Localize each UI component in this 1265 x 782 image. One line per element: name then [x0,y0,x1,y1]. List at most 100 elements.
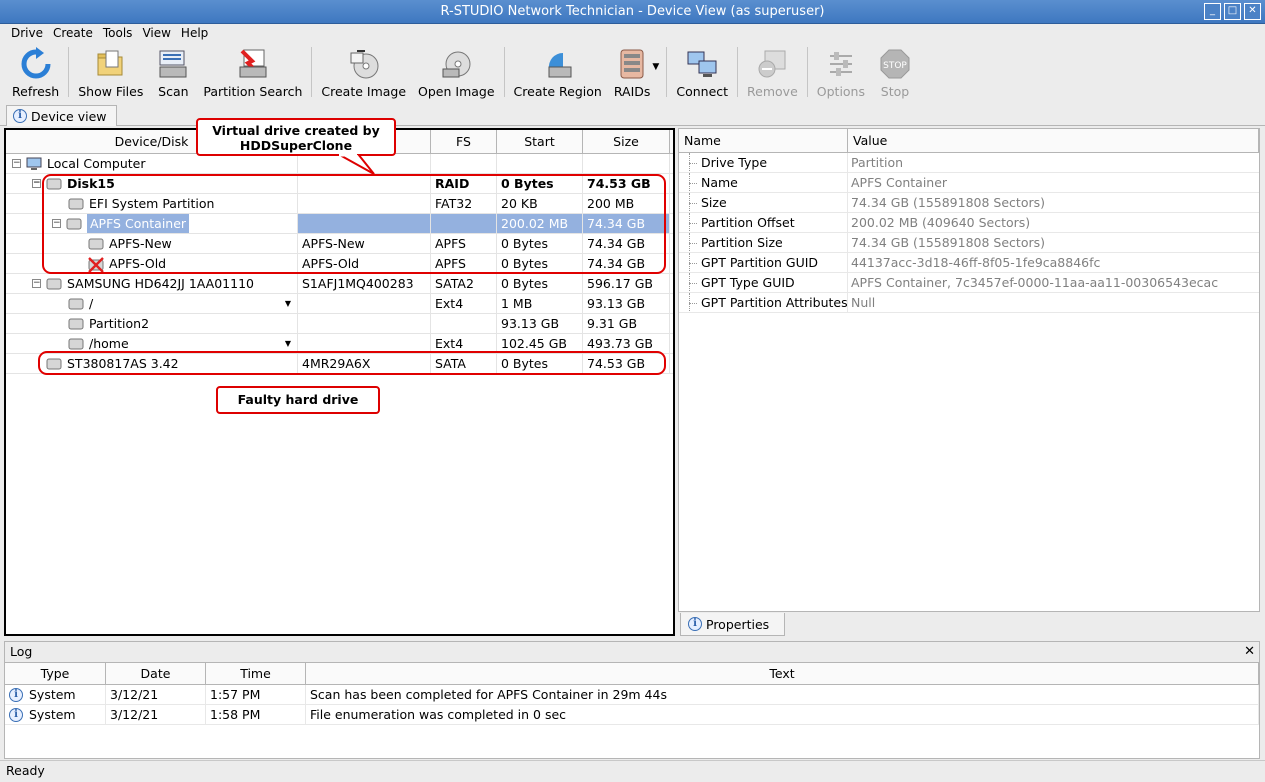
window-title: R-STUDIO Network Technician - Device Vie… [440,4,825,19]
table-row[interactable]: Partition2 93.13 GB 9.31 GB [6,314,673,334]
info-icon: i [13,109,27,123]
create-image-button[interactable]: Create Image [315,44,412,100]
toolbar-separator [503,47,505,97]
svg-text:STOP: STOP [883,61,907,71]
property-row[interactable]: GPT Partition GUID 44137acc-3d18-46ff-8f0… [679,253,1259,273]
property-row[interactable]: Partition Offset 200.02 MB (409640 Sector… [679,213,1259,233]
close-button[interactable]: ✕ [1244,3,1261,20]
refresh-icon [18,46,54,82]
property-row[interactable]: Name APFS Container [679,173,1259,193]
table-row[interactable]: APFS-New APFS-New APFS 0 Bytes 74.34 GB [6,234,673,254]
menu-create[interactable]: Create [48,24,98,42]
menu-bar: Drive Create Tools View Help [0,24,1265,42]
column-fs[interactable]: FS [431,130,497,153]
create-region-button[interactable]: Create Region [508,44,608,100]
faulty-drive-callout: Faulty hard drive [216,386,380,414]
table-row[interactable]: APFS-Old APFS-Old APFS 0 Bytes 74.34 GB [6,254,673,274]
partition-search-button[interactable]: Partition Search [197,44,308,100]
partition-icon [68,337,84,351]
tab-properties[interactable]: i Properties [680,613,785,636]
info-icon: i [688,617,702,631]
stop-button[interactable]: STOP Stop [871,44,919,100]
column-name[interactable]: Name [679,129,848,152]
log-panel: Log ✕ Type Date Time Text i System 3/12/2… [4,641,1260,759]
maximize-button[interactable]: □ [1224,3,1241,20]
property-row[interactable]: Drive Type Partition [679,153,1259,173]
create-image-icon [346,46,382,82]
column-value[interactable]: Value [848,129,1259,152]
network-icon [684,46,720,82]
remove-button[interactable]: Remove [741,44,804,100]
table-row[interactable]: EFI System Partition FAT32 20 KB 200 MB [6,194,673,214]
status-bar: Ready [0,760,1265,782]
close-icon[interactable]: ✕ [1244,642,1255,662]
table-row[interactable]: − SAMSUNG HD642JJ 1AA01110 S1AFJ1MQ40028… [6,274,673,294]
refresh-button[interactable]: Refresh [6,44,65,100]
info-icon: i [9,687,23,702]
column-text[interactable]: Text [306,663,1259,684]
menu-tools[interactable]: Tools [98,24,138,42]
log-row[interactable]: i System 3/12/21 1:58 PM File enumeration… [5,705,1259,725]
toolbar-separator [806,47,808,97]
folder-icon [93,46,129,82]
property-row[interactable]: GPT Type GUID APFS Container, 7c3457ef-00… [679,273,1259,293]
table-row[interactable]: − Disk15 RAID 0 Bytes 74.53 GB [6,174,673,194]
connect-button[interactable]: Connect [670,44,734,100]
raids-button[interactable]: RAIDs [608,44,657,100]
partition-icon [66,217,82,231]
tab-device-view[interactable]: i Device view [6,105,117,126]
log-title-bar: Log ✕ [5,642,1259,662]
column-size[interactable]: Size [583,130,670,153]
disk-icon [46,357,62,371]
toolbar-separator [737,47,739,97]
menu-help[interactable]: Help [176,24,213,42]
open-image-button[interactable]: Open Image [412,44,501,100]
property-row[interactable]: Size 74.34 GB (155891808 Sectors) [679,193,1259,213]
property-row[interactable]: Partition Size 74.34 GB (155891808 Sector… [679,233,1259,253]
table-row-selected[interactable]: − APFS Container 200.02 MB 74.34 GB [6,214,673,234]
remove-icon [754,46,790,82]
toolbar: Refresh Show Files Scan Partition Search… [0,44,1265,102]
properties-panel: Name Value Drive Type Partition Name APFS … [678,128,1260,612]
device-tree-panel: Device/Disk FS Start Size − Local Comput… [4,118,675,636]
computer-icon [26,157,42,171]
collapse-toggle[interactable]: − [52,219,61,228]
virtual-drive-callout: Virtual drive created by HDDSuperClone [196,118,396,156]
column-date[interactable]: Date [106,663,206,684]
show-files-button[interactable]: Show Files [72,44,149,100]
table-row[interactable]: /home ▼ Ext4 102.45 GB 493.73 GB [6,334,673,354]
toolbar-separator [666,47,668,97]
sliders-icon [823,46,859,82]
column-time[interactable]: Time [206,663,306,684]
property-row[interactable]: GPT Partition Attributes Null [679,293,1259,313]
scan-button[interactable]: Scan [149,44,197,100]
volume-icon [88,237,104,251]
tab-bar: i Device view [0,104,1265,126]
stop-icon: STOP [877,46,913,82]
info-icon: i [9,707,23,722]
column-start[interactable]: Start [497,130,583,153]
table-row[interactable]: ST380817AS 3.42 4MR29A6X SATA 0 Bytes 74… [6,354,673,374]
minimize-button[interactable]: _ [1204,3,1221,20]
callout-pointer [336,154,375,175]
collapse-toggle[interactable]: − [32,179,41,188]
options-button[interactable]: Options [811,44,871,100]
collapse-toggle[interactable]: − [12,159,21,168]
toolbar-separator [68,47,70,97]
disk-icon [46,277,62,291]
menu-drive[interactable]: Drive [6,24,48,42]
column-type[interactable]: Type [5,663,106,684]
table-row[interactable]: / ▼ Ext4 1 MB 93.13 GB [6,294,673,314]
log-table: Type Date Time Text i System 3/12/21 1:57… [5,662,1259,758]
log-row[interactable]: i System 3/12/21 1:57 PM Scan has been co… [5,685,1259,705]
scan-icon [155,46,191,82]
partition-search-icon [235,46,271,82]
dropdown-arrow-icon[interactable]: ▼ [285,334,291,353]
open-image-icon [438,46,474,82]
collapse-toggle[interactable]: − [32,279,41,288]
partition-icon [68,297,84,311]
menu-view[interactable]: View [137,24,175,42]
dropdown-arrow-icon[interactable]: ▼ [285,294,291,313]
raids-dropdown-arrow[interactable]: ▼ [652,62,659,72]
status-text: Ready [6,763,45,778]
